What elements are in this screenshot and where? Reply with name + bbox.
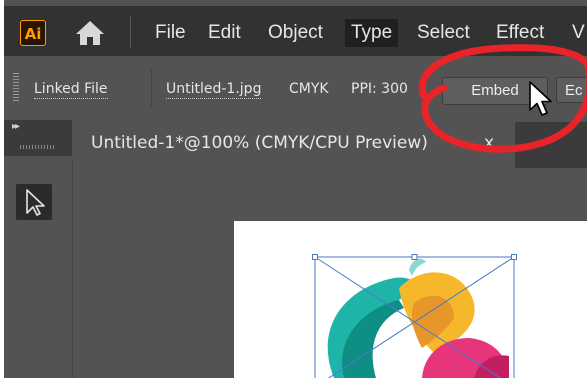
menu-effect[interactable]: Effect (496, 19, 544, 47)
close-tab-icon[interactable]: x (484, 133, 494, 153)
logo-artwork (327, 258, 509, 378)
menu-object[interactable]: Object (268, 19, 323, 47)
selection-tool[interactable] (16, 184, 52, 220)
ppi-label: PPI: 300 (351, 81, 408, 97)
collapse-icon[interactable]: ▸▸ (12, 121, 20, 132)
tools-panel (4, 160, 73, 378)
bbox-handle-tl[interactable] (312, 254, 318, 260)
control-bar: Linked File Untitled-1.jpg CMYK PPI: 300… (4, 59, 587, 118)
bbox-handle-tr[interactable] (511, 254, 517, 260)
filename-link[interactable]: Untitled-1.jpg (166, 81, 262, 99)
menu-select[interactable]: Select (417, 19, 470, 47)
tab-bar-empty (515, 122, 587, 168)
tools-panel-header: ▸▸ (4, 120, 72, 156)
menu-edit[interactable]: Edit (208, 19, 241, 47)
tools-panel-grip[interactable] (20, 145, 54, 149)
menu-separator (130, 16, 131, 48)
home-icon[interactable] (74, 19, 106, 47)
control-bar-grip[interactable] (13, 73, 19, 103)
color-mode-label: CMYK (289, 81, 329, 97)
document-tab-title: Untitled-1*@100% (CMYK/CPU Preview) (91, 133, 428, 153)
document-tab[interactable]: Untitled-1*@100% (CMYK/CPU Preview) x (79, 122, 511, 168)
menu-type[interactable]: Type (345, 19, 399, 47)
menu-file[interactable]: File (155, 19, 186, 47)
menu-bar: Ai File Edit Object Type Select Effect V (4, 6, 587, 56)
illustrator-window: Ai File Edit Object Type Select Effect V… (4, 0, 587, 378)
selection-arrow-icon (26, 189, 45, 216)
placed-image[interactable] (304, 248, 524, 378)
menu-view[interactable]: V (572, 19, 585, 47)
edit-original-button[interactable]: Ec (556, 77, 587, 103)
app-logo: Ai (20, 20, 46, 46)
linked-file-link[interactable]: Linked File (34, 81, 108, 99)
control-separator (151, 69, 152, 107)
bbox-handle-tm[interactable] (411, 254, 418, 260)
mouse-cursor-icon (529, 81, 552, 116)
